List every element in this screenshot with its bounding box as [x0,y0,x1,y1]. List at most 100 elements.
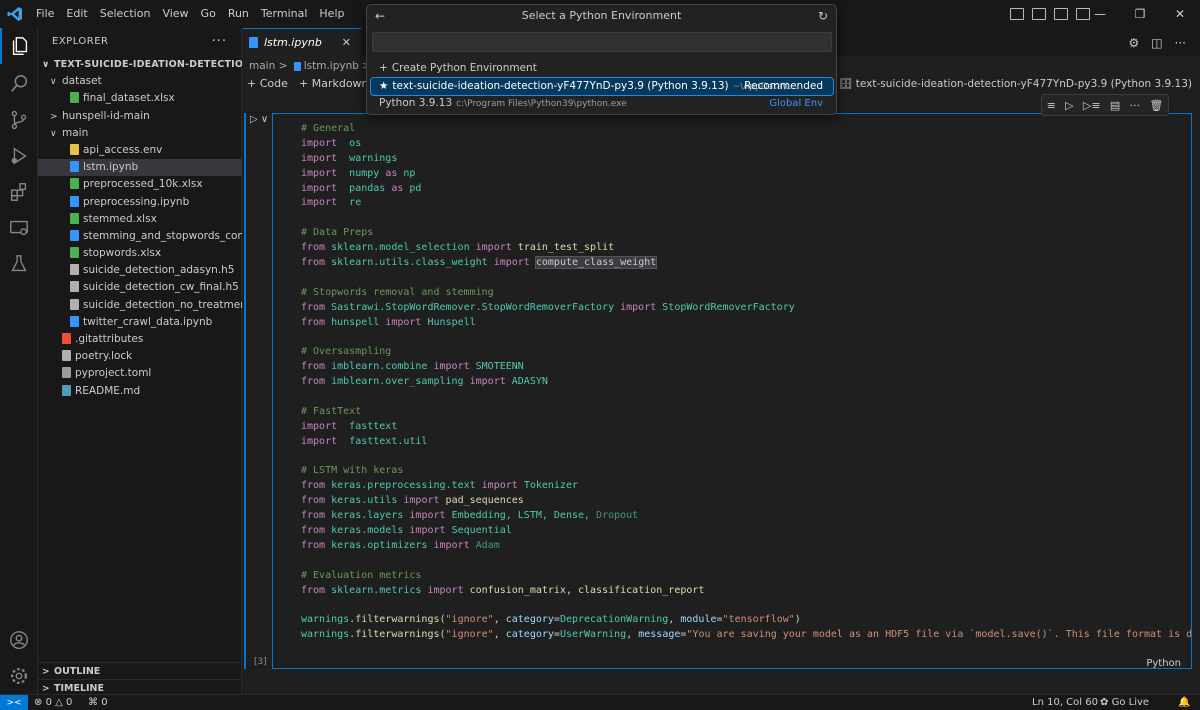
tree-item[interactable]: pyproject.toml [38,365,242,382]
breadcrumb-file[interactable]: lstm.ipynb [304,60,359,72]
code-line[interactable]: # Stopwords removal and stemming [301,286,1191,301]
create-python-environment[interactable]: + Create Python Environment [371,60,833,77]
run-debug-icon[interactable] [0,138,38,174]
code-line[interactable] [301,599,1191,614]
close-icon[interactable]: ✕ [1160,0,1200,28]
menu-help[interactable]: Help [313,0,350,28]
tree-item[interactable]: lstm.ipynb [38,159,242,177]
workspace-root[interactable]: ∨ TEXT-SUICIDE-IDEATION-DETECTION [38,56,242,73]
kernel-picker[interactable]: 🗄 text-suicide-ideation-detection-yF477Y… [839,74,1192,94]
delete-cell-icon[interactable]: 🗑 [1149,99,1163,112]
toggle-primary-sidebar-icon[interactable] [1010,8,1024,20]
breadcrumb-main[interactable]: main [249,60,275,72]
tree-item[interactable]: suicide_detection_cw_final.h5 [38,279,242,296]
code-line[interactable]: import fasttext.util [301,435,1191,450]
manage-gear-icon[interactable] [0,658,38,694]
menu-file[interactable]: File [30,0,60,28]
tree-item[interactable]: ∨ dataset [38,73,242,90]
env-option-recommended[interactable]: ★ text-suicide-ideation-detection-yF477Yn… [370,77,834,96]
code-line[interactable]: from hunspell import Hunspell [301,316,1191,331]
ports-indicator[interactable]: ⌘ 0 [88,695,108,710]
tree-item[interactable]: api_access.env [38,142,242,159]
code-line[interactable]: # LSTM with keras [301,464,1191,479]
cell-editor[interactable]: # General import os import warnings import … [272,113,1192,669]
testing-icon[interactable] [0,246,38,282]
explorer-icon[interactable] [0,28,38,64]
code-line[interactable] [301,330,1191,345]
execute-cell-icon[interactable]: ▷ [1065,99,1073,112]
notifications-bell-icon[interactable]: 🔔 [1178,695,1190,710]
code-cell[interactable]: ▷ ∨ # General import os import warnings imp… [243,112,1192,669]
tab-lstm-ipynb[interactable]: lstm.ipynb ✕ [243,28,361,56]
code-line[interactable] [301,271,1191,286]
tree-item[interactable]: suicide_detection_adasyn.h5 [38,262,242,279]
more-icon[interactable]: ··· [1130,99,1141,112]
toggle-panel-icon[interactable] [1032,8,1046,20]
tree-item[interactable]: suicide_detection_no_treatment.h5 [38,297,242,314]
go-live-button[interactable]: ✿ Go Live [1100,695,1149,710]
code-line[interactable]: from imblearn.over_sampling import ADASY… [301,375,1191,390]
extensions-icon[interactable] [0,174,38,210]
code-text[interactable]: # General import os import warnings import … [301,122,1191,643]
problems-indicator[interactable]: ⊗ 0 △ 0 [34,695,72,710]
execute-below-icon[interactable]: ▷≡ [1083,99,1101,112]
tree-item[interactable]: final_dataset.xlsx [38,90,242,107]
gear-icon[interactable]: ⚙ [1128,36,1139,50]
menu-run[interactable]: Run [222,0,255,28]
code-line[interactable]: # Evaluation metrics [301,569,1191,584]
run-cell-icon[interactable]: ▷ ∨ [250,114,268,125]
code-line[interactable]: from Sastrawi.StopWordRemover.StopWordRe… [301,301,1191,316]
code-line[interactable]: from keras.preprocessing.text import Tok… [301,479,1191,494]
split-editor-icon[interactable]: ◫ [1151,36,1162,50]
menu-go[interactable]: Go [195,0,222,28]
code-line[interactable]: from sklearn.utils.class_weight import c… [301,256,1191,271]
code-line[interactable]: import warnings [301,152,1191,167]
toggle-secondary-sidebar-icon[interactable] [1054,8,1068,20]
code-line[interactable]: import fasttext [301,420,1191,435]
more-actions-icon[interactable]: ··· [212,28,227,56]
remote-explorer-icon[interactable] [0,210,38,246]
tree-item[interactable]: stemmed.xlsx [38,211,242,228]
cell-language[interactable]: Python [1146,658,1181,668]
menu-terminal[interactable]: Terminal [255,0,314,28]
add-code-cell-button[interactable]: + Code [247,74,288,94]
refresh-icon[interactable]: ↻ [818,5,828,27]
code-line[interactable]: import pandas as pd [301,182,1191,197]
tree-item[interactable]: > hunspell-id-main [38,108,242,125]
add-markdown-cell-button[interactable]: + Markdown [299,74,369,94]
menu-selection[interactable]: Selection [94,0,157,28]
outline-section[interactable]: > OUTLINE [38,662,242,679]
code-line[interactable]: from keras.utils import pad_sequences [301,494,1191,509]
code-line[interactable]: from sklearn.metrics import confusion_ma… [301,584,1191,599]
code-line[interactable]: from sklearn.model_selection import trai… [301,241,1191,256]
code-line[interactable]: warnings.filterwarnings("ignore", catego… [301,628,1191,643]
restore-icon[interactable]: ❐ [1120,0,1160,28]
menu-view[interactable]: View [156,0,194,28]
accounts-icon[interactable] [0,622,38,658]
minimize-icon[interactable]: — [1080,0,1120,28]
code-line[interactable] [301,450,1191,465]
code-line[interactable]: from keras.models import Sequential [301,524,1191,539]
picker-input[interactable] [372,32,832,52]
code-line[interactable]: import re [301,196,1191,211]
code-line[interactable]: # Data Preps [301,226,1191,241]
code-line[interactable] [301,554,1191,569]
cursor-position[interactable]: Ln 10, Col 60 [1032,695,1098,710]
code-line[interactable]: # Oversasmpling [301,345,1191,360]
tree-item[interactable]: stopwords.xlsx [38,245,242,262]
back-arrow-icon[interactable]: ← [375,5,385,27]
tree-item[interactable]: preprocessing.ipynb [38,194,242,211]
tree-item[interactable]: stemming_and_stopwords_compari... [38,228,242,245]
code-line[interactable]: from keras.optimizers import Adam [301,539,1191,554]
code-line[interactable]: import os [301,137,1191,152]
execute-above-icon[interactable]: ≡ [1047,99,1056,112]
code-line[interactable]: warnings.filterwarnings("ignore", catego… [301,613,1191,628]
menu-edit[interactable]: Edit [60,0,93,28]
env-option-global[interactable]: Python 3.9.13 c:\Program Files\Python39\p… [371,95,833,112]
search-icon[interactable] [0,66,38,102]
source-control-icon[interactable] [0,102,38,138]
code-line[interactable]: # FastText [301,405,1191,420]
tree-item[interactable]: twitter_crawl_data.ipynb [38,314,242,331]
close-tab-icon[interactable]: ✕ [342,36,351,49]
tree-item[interactable]: preprocessed_10k.xlsx [38,176,242,193]
